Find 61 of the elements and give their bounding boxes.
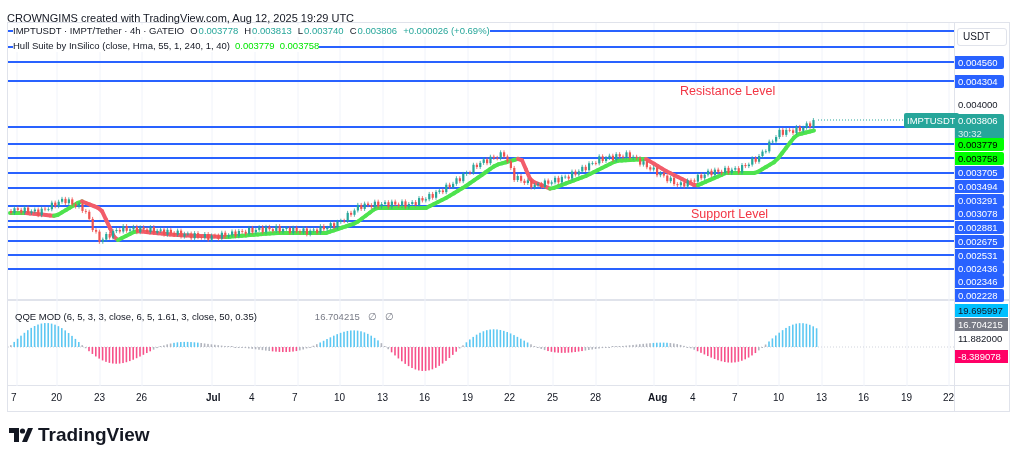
time-axis-label: 4	[690, 392, 696, 404]
time-axis-label: 28	[590, 392, 602, 404]
price-label: 0.003291	[955, 193, 1004, 207]
ohlc-value: 0.003813	[252, 25, 292, 37]
indicator-value: 16.704215	[314, 311, 360, 323]
time-axis-label: 16	[419, 392, 431, 404]
price-label: 0.003758	[955, 151, 1004, 165]
time-axis-label: 7	[11, 392, 17, 404]
time-axis-label: 7	[732, 392, 738, 404]
indicator-legend: QQE MOD (6, 5, 3, 3, close, 6, 5, 1.61, 3, close, 50, 0.35)	[15, 311, 257, 323]
time-axis-label: 19	[462, 392, 474, 404]
time-axis-label: 13	[377, 392, 389, 404]
time-axis-label: 4	[249, 392, 255, 404]
price-label: 0.002881	[955, 220, 1004, 234]
price-change: +0.000026 (+0.69%)	[403, 25, 490, 37]
hidden-plot-icon: ∅	[367, 311, 377, 323]
time-axis-label: 25	[547, 392, 559, 404]
ohlc-key: C	[349, 25, 357, 37]
indicator-legend: Hull Suite by InSilico (close, Hma, 55, 1, 240, 1, 40)	[13, 40, 231, 52]
indicator-value: 0.003758	[279, 40, 320, 52]
time-axis-label: Jul	[206, 392, 221, 404]
price-label: 0.004560	[955, 55, 1004, 69]
annotation-text: Resistance Level	[680, 84, 776, 98]
indicator-axis-label: -8.389078	[955, 349, 1008, 363]
indicator-value: 0.003779	[235, 40, 275, 52]
time-axis-label: 22	[504, 392, 516, 404]
price-label: 0.004000	[957, 97, 999, 111]
price-label: 0.003705	[955, 165, 1004, 179]
time-axis-label: 10	[334, 392, 346, 404]
time-axis-label: 16	[858, 392, 870, 404]
price-label: 0.003806 30:32	[955, 113, 1004, 140]
ohlc-key: H	[244, 25, 252, 37]
logo-wordmark: TradingView	[38, 424, 150, 446]
indicator-axis-label: 16.704215	[955, 317, 1008, 331]
symbol-legend: IMPTUSDT · IMPT/Tether · 4h · GATEIO	[13, 25, 185, 37]
indicator-axis-label: 19.695997	[955, 303, 1008, 317]
time-axis-label: 10	[773, 392, 785, 404]
symbol-tag: IMPTUSDT	[904, 113, 959, 128]
currency-label: USDT	[957, 28, 1007, 46]
time-axis-label: 23	[94, 392, 106, 404]
annotation-text: Support Level	[691, 207, 769, 221]
ohlc-value: 0.003778	[198, 25, 239, 37]
time-axis-label: 13	[816, 392, 828, 404]
time-axis-label: 19	[901, 392, 913, 404]
ohlc-key: L	[297, 25, 303, 37]
ohlc-value: 0.003740	[304, 25, 344, 37]
price-label: 0.002228	[955, 288, 1004, 302]
indicator-axis-label: 11.882000	[957, 331, 1004, 345]
ohlc-key: O	[190, 25, 198, 37]
credit-text: CROWNGIMS created with TradingView.com, Aug 12, 2025 19:29 UTC	[7, 12, 355, 24]
time-axis-label: 22	[943, 392, 955, 404]
price-label: 0.002531	[955, 248, 1004, 262]
price-label: 0.002675	[955, 234, 1004, 248]
price-label: 0.004304	[955, 74, 1004, 88]
hidden-plot-icon: ∅	[384, 311, 394, 323]
time-axis-label: 20	[51, 392, 63, 404]
time-axis-label: Aug	[648, 392, 668, 404]
ohlc-value: 0.003806	[357, 25, 398, 37]
time-axis-label: 26	[136, 392, 148, 404]
price-label: 0.003494	[955, 179, 1004, 193]
time-axis-label: 7	[292, 392, 298, 404]
